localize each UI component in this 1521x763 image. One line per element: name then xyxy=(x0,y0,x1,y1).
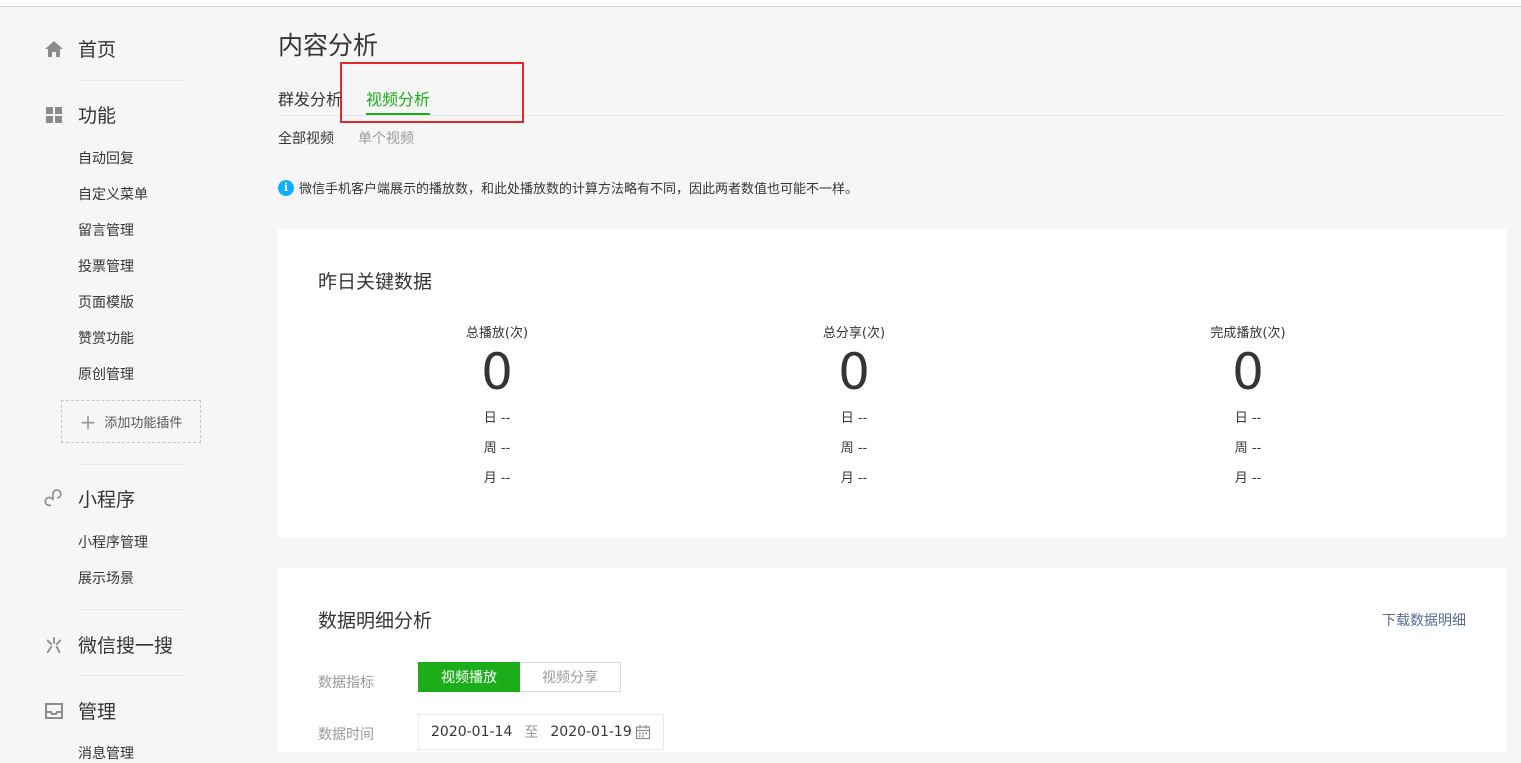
key-data-title: 昨日关键数据 xyxy=(318,271,433,293)
link-icon xyxy=(44,488,64,509)
metric-completed-plays: 完成播放(次) 0 日 -- 周 -- 月 -- xyxy=(1148,322,1348,487)
metric-day: 日 -- xyxy=(483,411,511,426)
nav-divider xyxy=(78,609,186,610)
nav-manage[interactable]: 管理 xyxy=(44,697,116,724)
metric-total-shares: 总分享(次) 0 日 -- 周 -- 月 -- xyxy=(754,322,954,487)
highlight-annotation xyxy=(340,62,524,123)
metric-week: 周 -- xyxy=(840,441,868,456)
metric-value: 0 xyxy=(1232,343,1264,401)
search-spark-icon xyxy=(44,635,64,655)
sidebar-item-custom-menu[interactable]: 自定义菜单 xyxy=(78,184,148,204)
sidebar: 首页 功能 自动回复 自定义菜单 留言管理 投票管理 页面模版 赞赏功能 原创管… xyxy=(0,7,250,762)
nav-miniprogram[interactable]: 小程序 xyxy=(44,485,135,512)
sidebar-item-messages[interactable]: 消息管理 xyxy=(78,743,134,763)
nav-divider xyxy=(78,80,186,81)
time-filter-label: 数据时间 xyxy=(318,727,374,743)
date-range-picker[interactable]: 2020-01-14 至 2020-01-19 xyxy=(418,714,664,750)
nav-divider xyxy=(78,464,186,465)
notice-text: 微信手机客户端展示的播放数，和此处播放数的计算方法略有不同，因此两者数值也可能不… xyxy=(299,182,859,197)
date-start: 2020-01-14 xyxy=(431,724,513,740)
metric-value: 0 xyxy=(481,343,513,401)
sidebar-item-rewards[interactable]: 赞赏功能 xyxy=(78,328,134,348)
metric-label: 完成播放(次) xyxy=(1210,326,1286,341)
nav-wechat-search[interactable]: 微信搜一搜 xyxy=(44,631,173,658)
date-separator: 至 xyxy=(524,725,539,741)
date-end: 2020-01-19 xyxy=(550,724,632,740)
nav-wechat-search-label: 微信搜一搜 xyxy=(78,635,174,657)
sidebar-item-auto-reply[interactable]: 自动回复 xyxy=(78,148,134,168)
sidebar-item-comments[interactable]: 留言管理 xyxy=(78,220,134,240)
sidebar-item-votes[interactable]: 投票管理 xyxy=(78,256,134,276)
detail-analysis-card: 数据明细分析 下载数据明细 数据指标 视频播放 视频分享 数据时间 2020-0… xyxy=(278,568,1506,752)
grid-icon xyxy=(44,105,64,125)
calendar-icon xyxy=(635,724,651,740)
metric-total-plays: 总播放(次) 0 日 -- 周 -- 月 -- xyxy=(397,322,597,487)
subtab-all-videos[interactable]: 全部视频 xyxy=(278,128,334,148)
metric-day: 日 -- xyxy=(1234,411,1262,426)
metric-week: 周 -- xyxy=(1234,441,1262,456)
metric-value: 0 xyxy=(838,343,870,401)
metric-week: 周 -- xyxy=(483,441,511,456)
metric-filter-label: 数据指标 xyxy=(318,675,374,691)
nav-features-label: 功能 xyxy=(78,105,117,127)
inbox-icon xyxy=(44,701,64,721)
key-data-card: 昨日关键数据 总播放(次) 0 日 -- 周 -- 月 -- 总分享(次) 0 … xyxy=(278,229,1506,538)
metric-label: 总播放(次) xyxy=(465,326,529,341)
nav-miniprogram-label: 小程序 xyxy=(78,489,136,511)
metric-month: 月 -- xyxy=(483,471,511,486)
metric-month: 月 -- xyxy=(1234,471,1262,486)
nav-manage-label: 管理 xyxy=(78,701,117,723)
metric-day: 日 -- xyxy=(840,411,868,426)
page-title: 内容分析 xyxy=(278,31,379,60)
metric-segmented-control: 视频播放 视频分享 xyxy=(418,662,621,692)
home-icon xyxy=(44,39,64,59)
tab-group-analysis[interactable]: 群发分析 xyxy=(278,86,342,110)
nav-home-label: 首页 xyxy=(78,39,117,61)
metric-month: 月 -- xyxy=(840,471,868,486)
plus-icon: + xyxy=(79,409,97,434)
metric-label: 总分享(次) xyxy=(822,326,886,341)
add-plugin-label: 添加功能插件 xyxy=(104,416,183,431)
nav-home[interactable]: 首页 xyxy=(44,35,116,62)
sidebar-item-page-templates[interactable]: 页面模版 xyxy=(78,292,134,312)
video-share-option[interactable]: 视频分享 xyxy=(520,662,621,692)
nav-divider xyxy=(78,675,186,676)
detail-title: 数据明细分析 xyxy=(318,610,433,632)
sidebar-item-display-scenes[interactable]: 展示场景 xyxy=(78,568,134,588)
sidebar-item-original[interactable]: 原创管理 xyxy=(78,364,134,384)
subtab-single-video[interactable]: 单个视频 xyxy=(358,128,414,148)
info-icon: i xyxy=(278,179,294,196)
info-notice: i 微信手机客户端展示的播放数，和此处播放数的计算方法略有不同，因此两者数值也可… xyxy=(278,178,858,197)
nav-features[interactable]: 功能 xyxy=(44,101,116,128)
download-details-link[interactable]: 下载数据明细 xyxy=(1382,610,1466,630)
video-play-option[interactable]: 视频播放 xyxy=(418,662,520,692)
add-plugin-button[interactable]: + 添加功能插件 xyxy=(61,400,201,443)
sidebar-item-miniprogram-manage[interactable]: 小程序管理 xyxy=(78,532,148,552)
